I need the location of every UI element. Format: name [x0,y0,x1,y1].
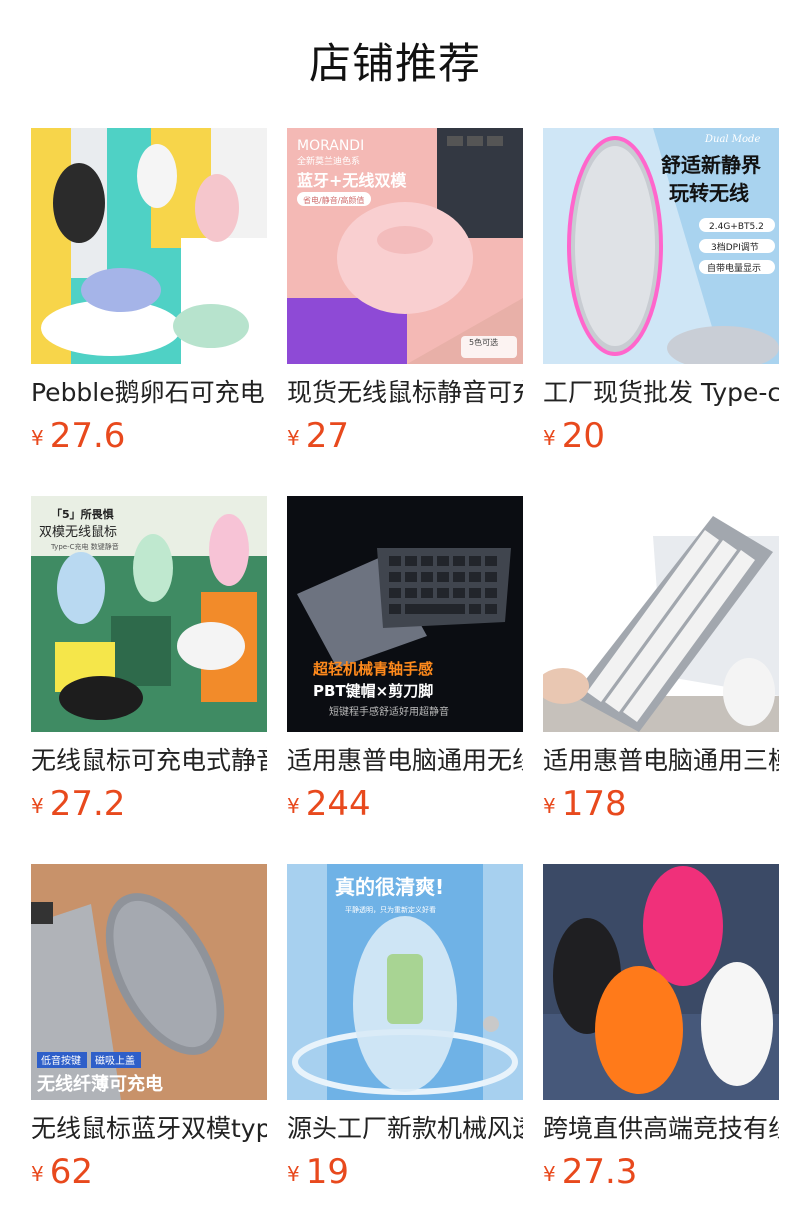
product-price: ¥27.2 [31,782,267,826]
svg-text:短键程手感舒适好用超静音: 短键程手感舒适好用超静音 [329,705,449,718]
product-card[interactable]: 适用惠普电脑通用三模 ¥178 [543,496,779,864]
product-price: ¥178 [543,782,779,826]
svg-text:无线纤薄可充电: 无线纤薄可充电 [37,1073,163,1095]
svg-text:3档DPI调节: 3档DPI调节 [711,241,759,253]
product-price: ¥27.6 [31,414,267,458]
product-card[interactable]: 超轻机械青轴手感 PBT键帽×剪刀脚 短键程手感舒适好用超静音 适用惠普电脑通用… [287,496,523,864]
svg-text:真的很清爽!: 真的很清爽! [335,875,444,899]
svg-text:「5」所畏惧: 「5」所畏惧 [51,507,114,521]
product-name[interactable]: 适用惠普电脑通用三模 [543,744,779,778]
product-name[interactable]: 跨境直供高端竞技有线 [543,1112,779,1146]
mouse-icon [59,676,143,720]
svg-text:双模无线鼠标: 双模无线鼠标 [39,525,117,540]
mouse-icon [133,534,173,602]
price-value: 27.2 [49,784,126,824]
product-name[interactable]: Pebble鹅卵石可充电 [31,376,267,410]
product-card[interactable]: MORANDI 全新莫兰迪色系 蓝牙+无线双模 省电/静音/高颜值 5色可选 现… [287,128,523,496]
product-name[interactable]: 无线鼠标蓝牙双模type [31,1112,267,1146]
mouse-icon [177,622,245,670]
product-price: ¥20 [543,414,779,458]
product-price: ¥19 [287,1150,523,1194]
product-price: ¥244 [287,782,523,826]
product-card[interactable]: Dual Mode 舒适新静界 玩转无线 2.4G+BT5.2 3档DPI调节 … [543,128,779,496]
product-card[interactable]: 跨境直供高端竞技有线 ¥27.3 [543,864,779,1232]
svg-text:2.4G+BT5.2: 2.4G+BT5.2 [709,222,764,232]
svg-text:低音按键: 低音按键 [41,1054,81,1067]
mouse-icon [57,552,105,624]
price-value: 27 [305,416,349,456]
svg-text:省电/静音/高颜值: 省电/静音/高颜值 [303,195,364,205]
product-card[interactable]: 真的很清爽! 平静透明，只为重新定义好看 源头工厂新款机械风透明 ¥19 [287,864,523,1232]
product-price: ¥27 [287,414,523,458]
mouse-icon [643,866,723,986]
svg-text:舒适新静界: 舒适新静界 [661,153,761,177]
section-title: 店铺推荐 [308,39,481,88]
svg-text:玩转无线: 玩转无线 [669,181,749,205]
currency-symbol: ¥ [287,426,300,450]
product-card[interactable]: 「5」所畏惧 双模无线鼠标 Type-C充电 数键静音 无线鼠标可充电式静音 ¥… [31,496,267,864]
product-image[interactable]: 「5」所畏惧 双模无线鼠标 Type-C充电 数键静音 [31,496,267,732]
price-value: 19 [305,1152,349,1192]
product-name[interactable]: 现货无线鼠标静音可充电 [287,376,523,410]
mouse-icon [81,268,161,312]
svg-text:Type-C充电 数键静音: Type-C充电 数键静音 [50,542,119,551]
product-image[interactable] [543,496,779,732]
product-name[interactable]: 适用惠普电脑通用无线 [287,744,523,778]
product-price: ¥27.3 [543,1150,779,1194]
brand-text: MORANDI [297,138,364,154]
price-value: 27.6 [49,416,126,456]
mouse-icon [53,163,105,243]
product-image[interactable] [31,128,267,364]
product-image[interactable]: 超轻机械青轴手感 PBT键帽×剪刀脚 短键程手感舒适好用超静音 [287,496,523,732]
mouse-icon [173,304,249,348]
price-value: 20 [561,416,605,456]
product-image[interactable]: 真的很清爽! 平静透明，只为重新定义好看 [287,864,523,1100]
currency-symbol: ¥ [287,794,300,818]
svg-text:PBT键帽×剪刀脚: PBT键帽×剪刀脚 [313,682,433,700]
svg-text:超轻机械青轴手感: 超轻机械青轴手感 [312,660,433,678]
product-name[interactable]: 无线鼠标可充电式静音 [31,744,267,778]
product-card[interactable]: 低音按键 磁吸上盖 无线纤薄可充电 无线鼠标蓝牙双模type ¥62 [31,864,267,1232]
product-image[interactable]: Dual Mode 舒适新静界 玩转无线 2.4G+BT5.2 3档DPI调节 … [543,128,779,364]
svg-text:蓝牙+无线双模: 蓝牙+无线双模 [297,171,407,190]
currency-symbol: ¥ [543,1162,556,1186]
product-name[interactable]: 工厂现货批发 Type-c [543,376,779,410]
product-price: ¥62 [31,1150,267,1194]
currency-symbol: ¥ [31,426,44,450]
product-name[interactable]: 源头工厂新款机械风透明 [287,1112,523,1146]
currency-symbol: ¥ [543,426,556,450]
svg-text:磁吸上盖: 磁吸上盖 [95,1054,135,1067]
mouse-icon [595,966,683,1094]
mouse-icon [195,174,239,242]
mouse-icon [337,202,473,314]
product-grid: Pebble鹅卵石可充电 ¥27.6 MORANDI 全新莫兰迪色系 蓝牙+无线… [31,128,790,1232]
product-image[interactable]: 低音按键 磁吸上盖 无线纤薄可充电 [31,864,267,1100]
currency-symbol: ¥ [31,1162,44,1186]
svg-text:全新莫兰迪色系: 全新莫兰迪色系 [297,155,360,167]
svg-text:平静透明，只为重新定义好看: 平静透明，只为重新定义好看 [345,905,436,914]
mouse-icon [701,962,773,1086]
product-image[interactable]: MORANDI 全新莫兰迪色系 蓝牙+无线双模 省电/静音/高颜值 5色可选 [287,128,523,364]
currency-symbol: ¥ [287,1162,300,1186]
currency-symbol: ¥ [543,794,556,818]
currency-symbol: ¥ [31,794,44,818]
svg-text:Dual Mode: Dual Mode [704,134,760,145]
product-card[interactable]: Pebble鹅卵石可充电 ¥27.6 [31,128,267,496]
mouse-icon [137,144,177,208]
price-value: 178 [561,784,627,824]
price-value: 27.3 [561,1152,638,1192]
product-image[interactable] [543,864,779,1100]
price-value: 62 [49,1152,93,1192]
svg-text:自带电量显示: 自带电量显示 [707,262,761,274]
mouse-icon [209,514,249,586]
svg-text:5色可选: 5色可选 [469,337,498,347]
price-value: 244 [305,784,371,824]
